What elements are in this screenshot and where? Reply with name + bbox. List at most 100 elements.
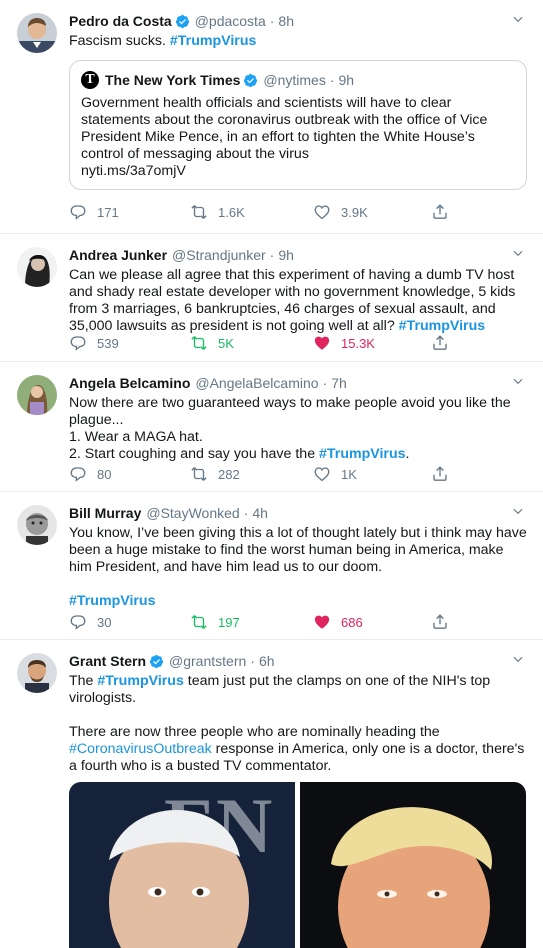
text-segment: You know, I’ve been giving this a lot of… — [69, 525, 527, 575]
author-name[interactable]: Bill Murray — [69, 504, 141, 522]
chevron-down-icon[interactable] — [511, 374, 525, 388]
avatar[interactable] — [17, 247, 57, 287]
hashtag-link[interactable]: #TrumpVirus — [399, 318, 485, 334]
hashtag-link[interactable]: #CoronavirusOutbreak — [69, 741, 212, 757]
retweet-button[interactable]: 1.6K — [190, 202, 245, 222]
timestamp[interactable]: 7h — [331, 374, 347, 392]
tweet[interactable]: Andrea Junker @Strandjunker · 9h Can we … — [0, 234, 543, 362]
separator: · — [269, 247, 275, 263]
hashtag-link[interactable]: #TrumpVirus — [69, 593, 155, 609]
share-button[interactable] — [431, 464, 459, 484]
tweet-text: The #TrumpVirus team just put the clamps… — [69, 673, 527, 775]
author-name[interactable]: Pedro da Costa — [69, 12, 172, 30]
reply-button[interactable]: 80 — [69, 464, 111, 484]
hashtag-link[interactable]: #TrumpVirus — [97, 673, 183, 689]
chevron-down-icon[interactable] — [511, 246, 525, 260]
tweet-actions: 539 5K 15.3K — [69, 333, 469, 353]
chevron-down-icon[interactable] — [511, 504, 525, 518]
reply-count: 539 — [97, 335, 119, 351]
reply-count: 171 — [97, 204, 119, 220]
author-name[interactable]: Andrea Junker — [69, 246, 167, 264]
retweet-icon — [190, 613, 208, 631]
tweet[interactable]: Bill Murray @StayWonked · 4h You know, I… — [0, 492, 543, 640]
chevron-down-icon[interactable] — [511, 12, 525, 26]
tweet-actions: 30 197 686 — [69, 612, 469, 632]
reply-count: 80 — [97, 466, 112, 482]
tweet[interactable]: Pedro da Costa @pdacosta · 8h Fascism su… — [0, 0, 543, 234]
like-count: 3.9K — [341, 204, 368, 220]
share-button[interactable] — [431, 612, 459, 632]
like-count: 686 — [341, 614, 363, 630]
separator: · — [250, 653, 255, 669]
retweet-icon — [190, 465, 208, 483]
reply-icon — [69, 334, 87, 352]
share-icon — [431, 203, 449, 221]
avatar[interactable] — [17, 653, 57, 693]
author-handle[interactable]: @pdacosta — [195, 12, 266, 30]
like-button[interactable]: 15.3K — [313, 333, 375, 353]
tweet-text: Now there are two guaranteed ways to mak… — [69, 395, 527, 463]
like-count: 1K — [341, 466, 357, 482]
timestamp[interactable]: 6h — [259, 652, 275, 670]
tweet-text: You know, I’ve been giving this a lot of… — [69, 525, 527, 610]
verified-icon — [243, 73, 258, 88]
author-handle[interactable]: @StayWonked — [146, 504, 239, 522]
like-icon — [313, 613, 331, 631]
quoted-author-name: The New York Times — [105, 72, 241, 88]
author-handle[interactable]: @Strandjunker — [172, 246, 266, 264]
share-button[interactable] — [431, 202, 459, 222]
quoted-tweet[interactable]: T The New York Times @nytimes · 9h Gover… — [69, 60, 527, 190]
tweet-text: Can we please all agree that this experi… — [69, 267, 527, 335]
reply-button[interactable]: 171 — [69, 202, 119, 222]
text-segment: . — [405, 446, 410, 462]
verified-icon — [175, 14, 190, 29]
text-segment: Now there are two guaranteed ways to mak… — [69, 395, 511, 462]
retweet-count: 5K — [218, 335, 234, 351]
hashtag-link[interactable]: #TrumpVirus — [319, 446, 405, 462]
timestamp[interactable]: 4h — [252, 504, 268, 522]
author-handle[interactable]: @AngelaBelcamino — [195, 374, 318, 392]
reply-icon — [69, 203, 87, 221]
retweet-button[interactable]: 5K — [190, 333, 234, 353]
quoted-text-body: Government health officials and scientis… — [81, 95, 488, 162]
share-icon — [431, 613, 449, 631]
author-handle[interactable]: @grantstern — [169, 652, 246, 670]
separator: · — [322, 375, 328, 391]
tweet-actions: 171 1.6K 3.9K — [69, 202, 469, 222]
tweet-photo[interactable]: EN — [69, 782, 526, 948]
text-segment: There are now three people who are nomin… — [69, 724, 440, 740]
verified-icon — [149, 654, 164, 669]
retweet-count: 282 — [218, 466, 240, 482]
avatar[interactable] — [17, 505, 57, 545]
hashtag-link[interactable]: #TrumpVirus — [170, 33, 256, 49]
like-button[interactable]: 686 — [313, 612, 363, 632]
like-button[interactable]: 3.9K — [313, 202, 368, 222]
retweet-icon — [190, 203, 208, 221]
reply-button[interactable]: 539 — [69, 333, 119, 353]
timestamp[interactable]: 8h — [278, 12, 294, 30]
photo-image: EN — [69, 782, 526, 948]
author-name[interactable]: Grant Stern — [69, 652, 146, 670]
text-segment: The — [69, 673, 98, 689]
reply-icon — [69, 613, 87, 631]
quoted-timestamp: 9h — [338, 72, 355, 88]
reply-icon — [69, 465, 87, 483]
chevron-down-icon[interactable] — [511, 652, 525, 666]
quoted-link[interactable]: nyti.ms/3a7omjV — [81, 163, 515, 180]
reply-button[interactable]: 30 — [69, 612, 111, 632]
text-segment: Fascism sucks. — [69, 33, 170, 49]
share-button[interactable] — [431, 333, 459, 353]
retweet-count: 1.6K — [218, 204, 245, 220]
tweet[interactable]: Grant Stern @grantstern · 6h The #TrumpV… — [0, 640, 543, 948]
author-name[interactable]: Angela Belcamino — [69, 374, 190, 392]
like-icon — [313, 465, 331, 483]
retweet-button[interactable]: 282 — [190, 464, 240, 484]
timestamp[interactable]: 9h — [278, 246, 294, 264]
like-button[interactable]: 1K — [313, 464, 357, 484]
separator: · — [243, 505, 249, 521]
avatar[interactable] — [17, 375, 57, 415]
tweet[interactable]: Angela Belcamino @AngelaBelcamino · 7h N… — [0, 362, 543, 492]
avatar[interactable] — [17, 13, 57, 53]
retweet-button[interactable]: 197 — [190, 612, 240, 632]
like-icon — [313, 334, 331, 352]
